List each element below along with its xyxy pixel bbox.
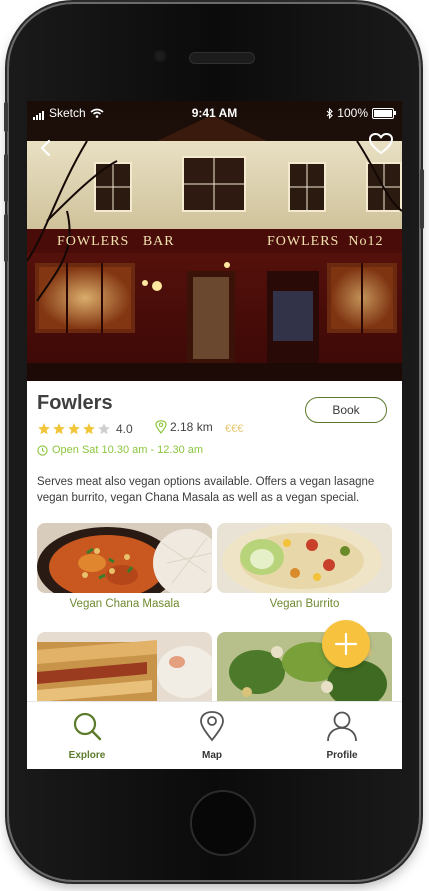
heart-icon bbox=[369, 133, 393, 154]
restaurant-photo: FOWLERS BAR FOWLERS No12 bbox=[27, 101, 402, 381]
dish-card-chana-masala[interactable] bbox=[37, 523, 212, 593]
rating: 4.0 bbox=[37, 422, 133, 436]
chevron-left-icon bbox=[40, 139, 51, 157]
dish-photo bbox=[37, 523, 212, 593]
plus-icon bbox=[334, 632, 358, 656]
tab-label: Profile bbox=[326, 750, 358, 761]
search-icon bbox=[73, 712, 102, 741]
favorite-button[interactable] bbox=[368, 131, 394, 157]
restaurant-name: Fowlers bbox=[37, 392, 113, 414]
clock-icon bbox=[37, 444, 48, 456]
sign-right: FOWLERS No12 bbox=[267, 234, 384, 249]
home-button[interactable] bbox=[190, 790, 256, 856]
tab-explore[interactable]: Explore bbox=[42, 710, 132, 761]
tab-label: Explore bbox=[68, 750, 106, 761]
dish-label: Vegan Burrito bbox=[269, 598, 340, 610]
star-rating bbox=[37, 422, 112, 436]
tab-label: Map bbox=[202, 750, 222, 761]
opening-hours: Open Sat 10.30 am - 12.30 am bbox=[37, 444, 203, 456]
dish-card-burrito[interactable] bbox=[217, 523, 392, 593]
distance: 2.18 km bbox=[155, 420, 213, 434]
bluetooth-icon bbox=[326, 107, 334, 119]
hours-text: Open Sat 10.30 am - 12.30 am bbox=[52, 444, 204, 456]
distance-value: 2.18 km bbox=[170, 420, 213, 434]
star-icon bbox=[83, 423, 95, 435]
price-level: €€€ bbox=[225, 423, 244, 435]
tab-profile[interactable]: Profile bbox=[297, 710, 387, 761]
map-pin-icon bbox=[200, 711, 224, 742]
dish-card-lasagne[interactable] bbox=[37, 632, 212, 712]
battery-percent: 100% bbox=[337, 106, 368, 120]
dish-photo bbox=[217, 523, 392, 593]
volume-down-button bbox=[4, 214, 8, 262]
user-icon bbox=[327, 711, 357, 742]
dish-label: Vegan Chana Masala bbox=[69, 598, 180, 610]
restaurant-description: Serves meat also vegan options available… bbox=[37, 476, 375, 504]
back-button[interactable] bbox=[33, 135, 59, 161]
app-screen: FOWLERS BAR FOWLERS No12 Sketch 9:41 AM … bbox=[27, 101, 402, 769]
star-icon bbox=[68, 423, 80, 435]
location-pin-icon bbox=[155, 420, 167, 434]
book-button[interactable]: Book bbox=[305, 397, 387, 423]
battery-icon bbox=[372, 107, 396, 119]
rating-value: 4.0 bbox=[116, 422, 133, 436]
star-icon bbox=[53, 423, 65, 435]
star-icon bbox=[98, 423, 110, 435]
star-icon bbox=[38, 423, 50, 435]
sign-left: FOWLERS BAR bbox=[57, 234, 175, 249]
power-button bbox=[420, 169, 424, 229]
add-button[interactable] bbox=[322, 620, 370, 668]
dish-photo bbox=[37, 632, 212, 712]
mute-switch bbox=[4, 102, 8, 132]
volume-up-button bbox=[4, 154, 8, 202]
tab-bar: Explore Map Profile bbox=[27, 701, 402, 769]
earpiece-speaker bbox=[189, 52, 255, 64]
front-camera bbox=[153, 49, 167, 63]
status-bar: Sketch 9:41 AM 100% bbox=[27, 101, 402, 123]
tab-map[interactable]: Map bbox=[167, 710, 257, 761]
